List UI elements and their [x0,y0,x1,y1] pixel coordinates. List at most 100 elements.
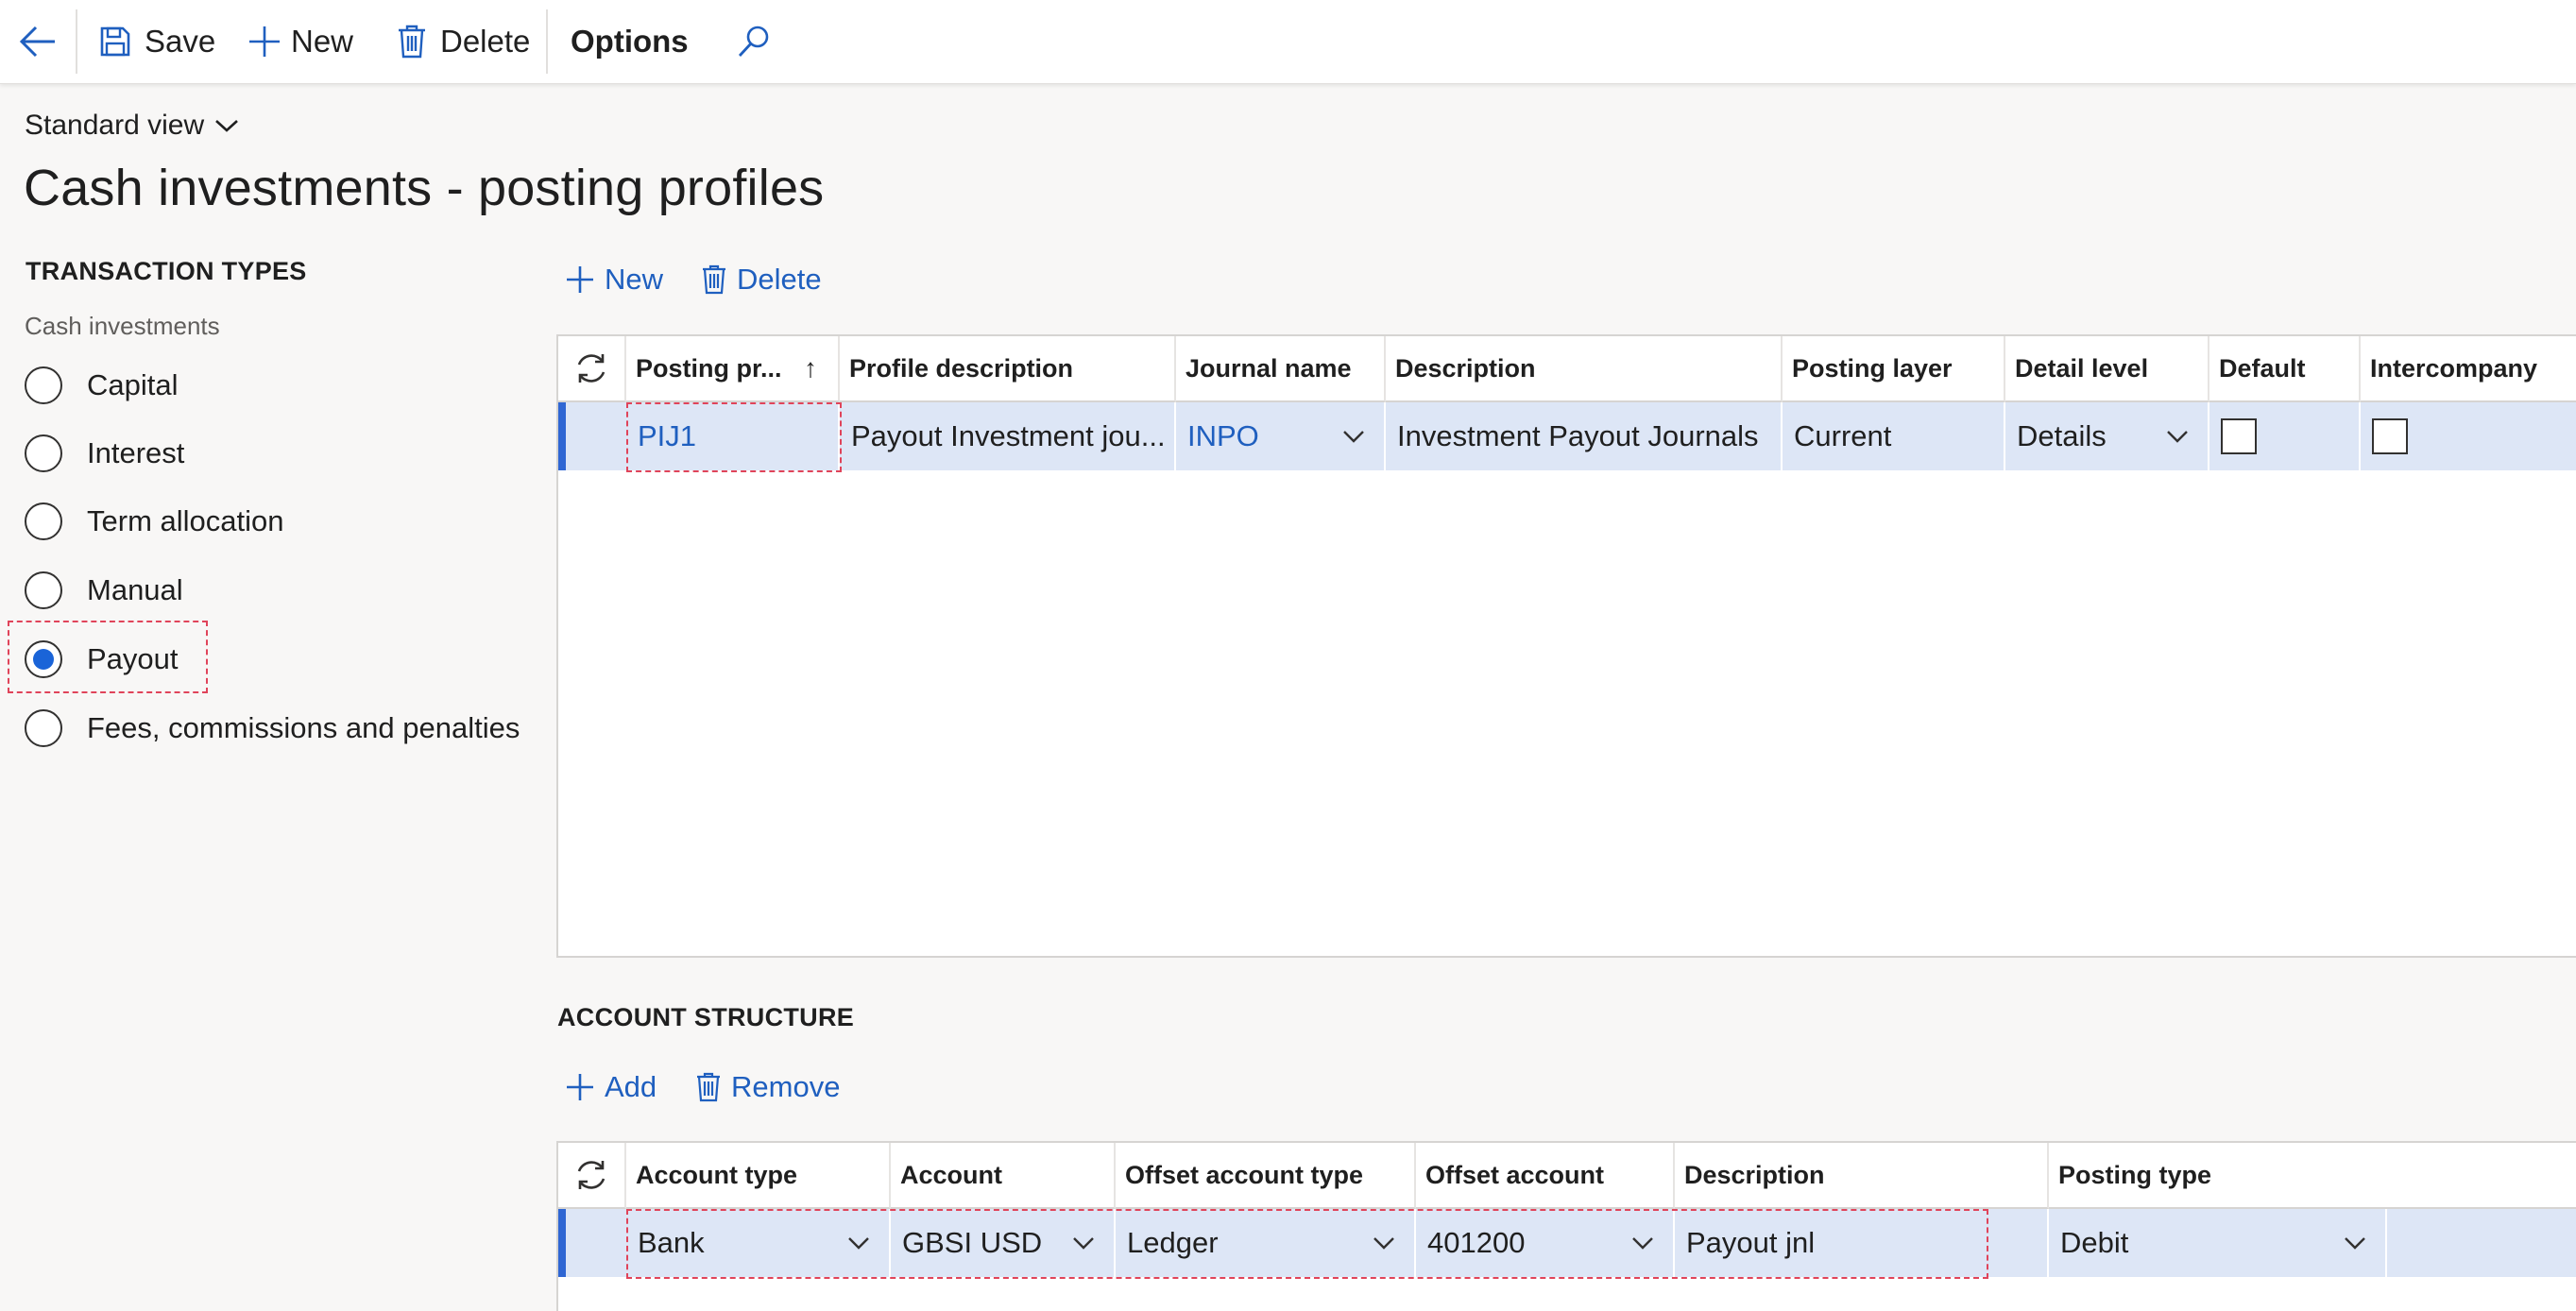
trash-icon [399,25,425,59]
column-header-journal-name[interactable]: Journal name [1176,336,1386,402]
options-tab[interactable]: Options [571,0,689,83]
column-header-posting-layer[interactable]: Posting layer [1783,336,2005,402]
column-header-label: Posting type [2058,1160,2212,1189]
radio-button[interactable] [25,709,62,747]
radio-option-term-allocation[interactable]: Term allocation [25,498,283,545]
save-label: Save [145,24,216,59]
offset-account-type-dropdown[interactable]: Ledger [1116,1209,1416,1277]
column-header-label: Description [1395,353,1536,383]
search-icon [738,26,769,57]
column-header-label: Posting layer [1792,353,1953,383]
view-selector-label: Standard view [25,110,205,141]
column-header-label: Account [900,1160,1002,1189]
posting-layer-cell[interactable]: Current [1783,402,2005,470]
search-button[interactable] [735,0,773,83]
column-header-label: Offset account type [1125,1160,1364,1189]
toolbar-divider [546,9,548,74]
column-header-label: Detail level [2015,353,2149,383]
new-button[interactable]: New [247,0,353,83]
plus-icon [567,266,593,293]
column-header-label: Default [2219,353,2306,383]
delete-button[interactable]: Delete [397,0,530,83]
refresh-button[interactable] [558,1143,626,1209]
chevron-down-icon [1373,1237,1394,1250]
save-button[interactable]: Save [99,0,215,83]
column-header-posting-type[interactable]: Posting type [2049,1143,2576,1209]
column-header-default[interactable]: Default [2209,336,2361,402]
radio-button[interactable] [25,366,62,404]
column-header-label: Offset account [1425,1160,1605,1189]
column-header-account[interactable]: Account [891,1143,1116,1209]
column-header-label: Profile description [849,353,1074,383]
column-header-intercompany[interactable]: Intercompany [2361,336,2576,402]
radio-option-fees[interactable]: Fees, commissions and penalties [25,705,520,752]
profile-description-cell[interactable]: Payout Investment jou... [840,402,1176,470]
offset-account-dropdown[interactable]: 401200 [1416,1209,1675,1277]
account-dropdown[interactable]: GBSI USD [891,1209,1116,1277]
remove-button[interactable]: Remove [695,1070,840,1104]
back-button[interactable] [17,0,59,83]
intercompany-checkbox[interactable] [2372,418,2408,454]
column-header-label: Account type [636,1160,798,1189]
column-header-offset-account[interactable]: Offset account [1416,1143,1675,1209]
default-cell [2209,402,2361,470]
radio-option-interest[interactable]: Interest [25,430,184,477]
selected-row-indicator [558,402,566,470]
profiles-delete-label: Delete [737,263,822,296]
table-row[interactable]: Bank GBSI USD Ledger 401200 Payout jnl D… [558,1209,2576,1277]
radio-option-payout[interactable]: Payout [25,636,179,683]
default-checkbox[interactable] [2221,418,2257,454]
column-header-profile-description[interactable]: Profile description [840,336,1176,402]
radio-label: Term allocation [87,504,284,537]
column-header-account-type[interactable]: Account type [626,1143,891,1209]
column-header-description[interactable]: Description [1386,336,1783,402]
posting-type-value: Debit [2060,1226,2129,1259]
column-header-label: Intercompany [2370,353,2538,383]
radio-button[interactable] [25,434,62,472]
view-selector[interactable]: Standard view [25,110,240,142]
posting-profile-link[interactable]: PIJ1 [626,402,840,470]
add-button[interactable]: Add [565,1070,657,1104]
refresh-icon [577,354,606,383]
journal-name-dropdown[interactable]: INPO [1176,402,1386,470]
description-cell[interactable]: Investment Payout Journals [1386,402,1783,470]
account-value: GBSI USD [902,1226,1043,1259]
detail-level-dropdown[interactable]: Details [2005,402,2209,470]
radio-group-label: Cash investments [25,312,220,340]
plus-icon [567,1074,593,1100]
radio-label: Capital [87,368,179,401]
radio-option-manual[interactable]: Manual [25,567,183,614]
radio-option-capital[interactable]: Capital [25,362,179,409]
account-type-dropdown[interactable]: Bank [626,1209,891,1277]
add-label: Add [605,1070,657,1103]
table-row[interactable]: PIJ1 Payout Investment jou... INPO Inves… [558,402,2576,470]
profiles-new-label: New [605,263,664,296]
chevron-down-icon [1632,1237,1653,1250]
column-header-offset-account-type[interactable]: Offset account type [1116,1143,1416,1209]
account-structure-grid: Account type Account Offset account type… [556,1141,2576,1311]
radio-button[interactable] [25,571,62,609]
chevron-down-icon [2167,431,2188,443]
radio-button[interactable] [25,502,62,540]
column-header-label: Journal name [1186,353,1352,383]
profiles-new-button[interactable]: New [565,263,663,297]
column-header-detail-level[interactable]: Detail level [2005,336,2209,402]
column-header-description[interactable]: Description [1675,1143,2049,1209]
chevron-down-icon [1073,1237,1094,1250]
delete-label: Delete [440,24,531,59]
posting-type-dropdown[interactable]: Debit [2049,1209,2387,1277]
journal-name-value: INPO [1187,419,1259,452]
column-header-label: Description [1684,1160,1825,1189]
selected-row-indicator [558,1209,566,1277]
radio-label: Interest [87,436,185,469]
page-title: Cash investments - posting profiles [24,160,825,216]
profiles-delete-button[interactable]: Delete [701,263,822,297]
refresh-button[interactable] [558,336,626,402]
column-header-posting-profile[interactable]: Posting pr... ↑ [626,336,840,402]
back-arrow-icon [19,26,55,58]
toolbar-divider [76,9,77,74]
radio-button-selected[interactable] [25,640,62,678]
radio-label: Manual [87,573,183,606]
offset-account-value: 401200 [1427,1226,1526,1259]
description-cell[interactable]: Payout jnl [1675,1209,2049,1277]
